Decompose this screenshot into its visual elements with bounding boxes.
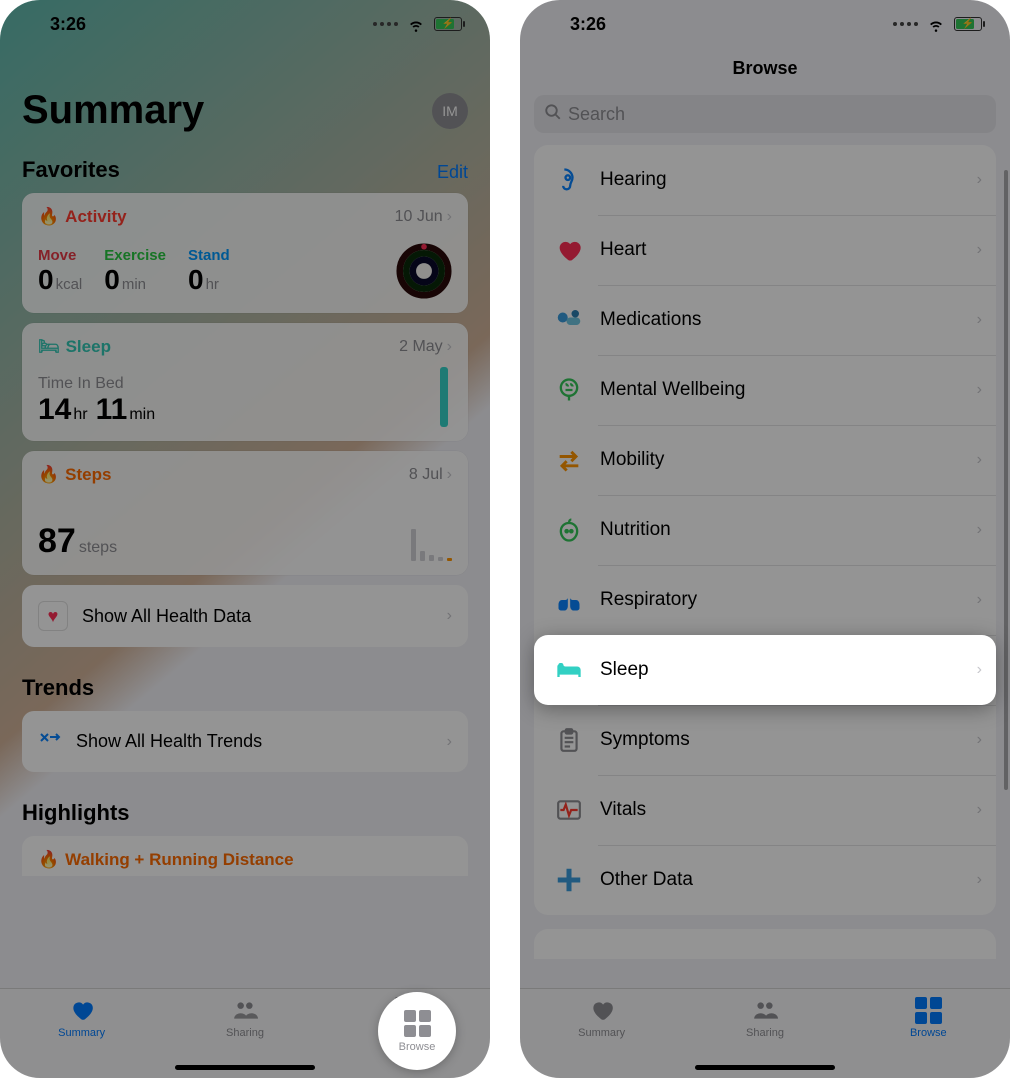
- next-section-card: [534, 929, 996, 959]
- grid-icon: [404, 1010, 431, 1037]
- search-input[interactable]: Search: [534, 95, 996, 133]
- chevron-right-icon: ›: [977, 871, 982, 889]
- chevron-right-icon: ›: [447, 208, 452, 226]
- scroll-indicator: [1004, 170, 1008, 790]
- sleep-card[interactable]: 🛏Sleep 2 May› Time In Bed 14hr 11min: [22, 323, 468, 441]
- people-icon: [750, 997, 780, 1023]
- category-medications[interactable]: Medications ›: [534, 285, 996, 355]
- wifi-icon: [406, 14, 426, 34]
- tab-browse[interactable]: Browse: [868, 997, 988, 1078]
- steps-sparkline-icon: [411, 521, 452, 561]
- nav-title: Browse: [520, 48, 1010, 89]
- lungs-icon: [552, 583, 586, 617]
- heart-fill-icon: [67, 997, 97, 1023]
- category-mobility[interactable]: Mobility ›: [534, 425, 996, 495]
- favorites-heading: Favorites: [22, 157, 120, 183]
- battery-icon: ⚡: [434, 17, 462, 31]
- category-mental-wellbeing[interactable]: Mental Wellbeing ›: [534, 355, 996, 425]
- chevron-right-icon: ›: [977, 171, 982, 189]
- ear-icon: [552, 163, 586, 197]
- highlights-heading: Highlights: [22, 800, 468, 826]
- search-icon: [544, 103, 562, 126]
- edit-button[interactable]: Edit: [437, 162, 468, 183]
- cellular-dots-icon: [893, 22, 918, 26]
- chevron-right-icon: ›: [977, 381, 982, 399]
- browse-tab-highlight[interactable]: Browse: [378, 992, 456, 1070]
- clipboard-icon: [552, 723, 586, 757]
- chevron-right-icon: ›: [977, 521, 982, 539]
- waveform-icon: [552, 793, 586, 827]
- tab-summary[interactable]: Summary: [542, 997, 662, 1078]
- trends-heading: Trends: [22, 675, 468, 701]
- flame-icon: 🔥: [38, 850, 59, 870]
- chevron-right-icon: ›: [977, 661, 982, 679]
- category-heart[interactable]: Heart ›: [534, 215, 996, 285]
- chevron-right-icon: ›: [977, 311, 982, 329]
- category-symptoms[interactable]: Symptoms ›: [534, 705, 996, 775]
- category-sleep-highlight[interactable]: Sleep ›: [534, 635, 996, 705]
- pills-icon: [552, 303, 586, 337]
- category-vitals[interactable]: Vitals ›: [534, 775, 996, 845]
- show-all-health-data-row[interactable]: ♥Show All Health Data ›: [22, 585, 468, 647]
- home-indicator[interactable]: [175, 1065, 315, 1070]
- arrows-icon: [552, 443, 586, 477]
- page-title: Summary: [22, 88, 204, 133]
- brain-icon: [552, 373, 586, 407]
- category-other-data[interactable]: Other Data ›: [534, 845, 996, 915]
- heart-icon: [552, 233, 586, 267]
- chevron-right-icon: ›: [447, 733, 452, 751]
- chevron-right-icon: ›: [977, 731, 982, 749]
- battery-icon: ⚡: [954, 17, 982, 31]
- steps-card[interactable]: 🔥Steps 8 Jul› 87steps: [22, 451, 468, 575]
- category-hearing[interactable]: Hearing ›: [534, 145, 996, 215]
- plus-icon: [552, 863, 586, 897]
- home-indicator[interactable]: [695, 1065, 835, 1070]
- activity-rings-icon: [396, 243, 452, 299]
- tab-summary[interactable]: Summary: [22, 997, 142, 1078]
- category-respiratory[interactable]: Respiratory ›: [534, 565, 996, 635]
- wifi-icon: [926, 14, 946, 34]
- apple-icon: [552, 513, 586, 547]
- category-nutrition[interactable]: Nutrition ›: [534, 495, 996, 565]
- status-bar: 3:26 ⚡: [520, 0, 1010, 48]
- phone-summary-screen: 3:26 ⚡ Summary IM Favorites Edit 🔥Activi…: [0, 0, 490, 1078]
- chevron-right-icon: ›: [977, 451, 982, 469]
- chevron-right-icon: ›: [447, 466, 452, 484]
- chevron-right-icon: ›: [977, 801, 982, 819]
- status-bar: 3:26 ⚡: [0, 0, 490, 48]
- chevron-right-icon: ›: [447, 607, 452, 625]
- phone-browse-screen: 3:26 ⚡ Browse Search Hearing › Heart › M…: [520, 0, 1010, 1078]
- flame-icon: 🔥: [38, 465, 59, 485]
- bed-icon: 🛏: [38, 337, 60, 357]
- trends-icon: [38, 727, 62, 756]
- status-time: 3:26: [570, 14, 606, 35]
- chevron-right-icon: ›: [977, 241, 982, 259]
- category-list: Hearing › Heart › Medications › Mental W…: [534, 145, 996, 915]
- people-icon: [230, 997, 260, 1023]
- sleep-bar-icon: [440, 367, 448, 427]
- heart-fill-icon: [587, 997, 617, 1023]
- chevron-right-icon: ›: [447, 338, 452, 356]
- activity-card[interactable]: 🔥Activity 10 Jun› Move 0kcal Exercise 0m…: [22, 193, 468, 313]
- status-time: 3:26: [50, 14, 86, 35]
- show-all-health-trends-row[interactable]: Show All Health Trends ›: [22, 711, 468, 772]
- heart-icon: ♥: [38, 601, 68, 631]
- bed-icon: [552, 653, 586, 687]
- grid-icon: [915, 997, 942, 1024]
- flame-icon: 🔥: [38, 207, 59, 227]
- profile-avatar[interactable]: IM: [432, 93, 468, 129]
- cellular-dots-icon: [373, 22, 398, 26]
- walking-running-card[interactable]: 🔥Walking + Running Distance: [22, 836, 468, 876]
- chevron-right-icon: ›: [977, 591, 982, 609]
- search-placeholder: Search: [568, 104, 625, 125]
